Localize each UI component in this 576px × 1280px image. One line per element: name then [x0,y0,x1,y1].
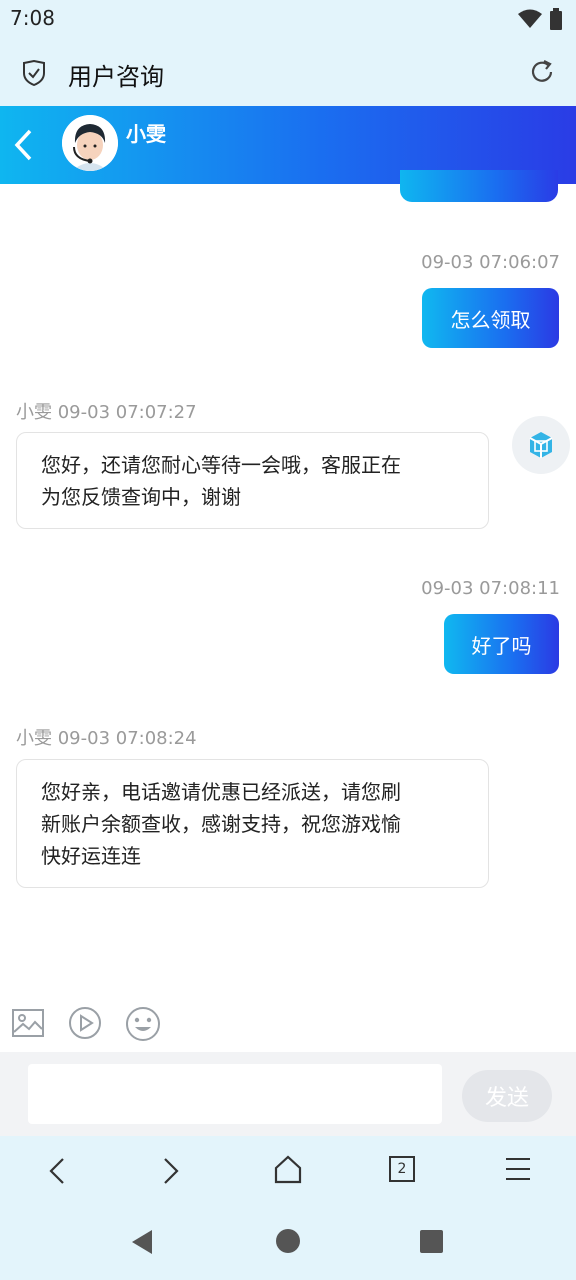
system-back-icon[interactable] [130,1229,154,1259]
cube-icon [529,432,553,458]
video-upload-icon[interactable] [68,1006,102,1044]
back-icon[interactable] [12,127,34,167]
chat-bubble-incoming: 您好亲，电话邀请优惠已经派送，请您刷 新账户余额查收，感谢支持，祝您游戏愉 快好… [16,759,489,888]
message-input[interactable] [28,1064,442,1124]
shield-icon[interactable] [22,59,46,90]
message-sender-time: 小雯 09-03 07:07:27 [16,402,197,423]
wifi-icon [518,9,542,33]
system-home-icon[interactable] [276,1229,300,1253]
message-line: 您好亲，电话邀请优惠已经派送，请您刷 [41,780,401,804]
browser-back-icon[interactable] [46,1156,68,1190]
browser-forward-icon[interactable] [160,1156,182,1190]
refresh-icon[interactable] [528,58,556,90]
message-line: 快好运连连 [41,844,141,868]
image-upload-icon[interactable] [12,1008,44,1042]
emoji-icon[interactable] [125,1006,161,1046]
message-line: 您好，还请您耐心等待一会哦，客服正在 [41,453,401,477]
chat-bubble-outgoing-partial [400,170,558,202]
battery-icon [549,8,563,34]
menu-icon[interactable] [505,1156,531,1186]
message-line: 新账户余额查收，感谢支持，祝您游戏愉 [41,812,401,836]
status-time: 7:08 [10,6,55,30]
chat-bubble-outgoing: 好了吗 [444,614,559,674]
page-title: 用户咨询 [68,63,164,91]
chat-bubble-incoming: 您好，还请您耐心等待一会哦，客服正在 为您反馈查询中，谢谢 [16,432,489,529]
message-line: 为您反馈查询中，谢谢 [41,485,241,509]
message-timestamp: 09-03 07:08:11 [421,578,560,599]
agent-avatar [62,115,118,171]
message-timestamp: 09-03 07:06:07 [421,252,560,273]
system-recents-icon[interactable] [420,1230,443,1253]
tabs-count-button[interactable]: 2 [389,1156,415,1182]
browser-home-icon[interactable] [273,1154,303,1188]
chat-bubble-outgoing: 怎么领取 [422,288,559,348]
status-bar [0,0,576,40]
message-sender-time: 小雯 09-03 07:08:24 [16,728,197,749]
floating-assistant-button[interactable] [512,416,570,474]
send-button[interactable]: 发送 [462,1070,552,1122]
agent-name: 小雯 [126,122,166,146]
